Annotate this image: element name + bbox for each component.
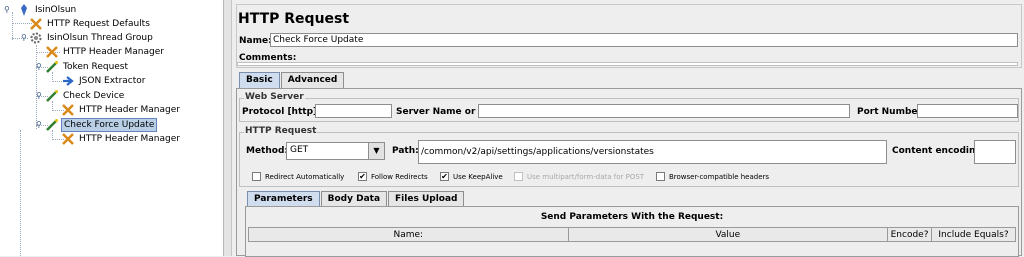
tree-node-label-selected: Check Force Update	[61, 118, 158, 132]
checkbox-label: Follow Redirects	[371, 172, 428, 181]
port-field[interactable]	[917, 104, 1018, 118]
parameters-caption: Send Parameters With the Request:	[540, 212, 724, 222]
http-request-group: HTTP Request Method: GET ▼ Path: /common…	[239, 126, 1019, 187]
tree-node-json-extractor[interactable]: JSON Extractor	[62, 74, 148, 88]
parameters-panel: Send Parameters With the Request: Name: …	[245, 206, 1019, 257]
name-label: Name:	[239, 36, 272, 46]
tree-node-label: HTTP Header Manager	[79, 134, 180, 144]
port-label: Port Number:	[857, 107, 926, 117]
tree-node-test-plan[interactable]: IsinOlsun	[18, 3, 78, 17]
main-tabs: Basic Advanced	[239, 72, 345, 88]
checkbox-box	[252, 172, 261, 181]
parameters-table[interactable]: Name: Value Encode? Include Equals?	[248, 227, 1016, 242]
use-keepalive-checkbox[interactable]: ✔ Use KeepAlive	[440, 172, 503, 181]
checkbox-label: Use multipart/form-data for POST	[527, 172, 645, 181]
wrench-icon	[30, 18, 42, 30]
column-header-encode[interactable]: Encode?	[887, 227, 933, 242]
tab-basic[interactable]: Basic	[239, 72, 280, 88]
redirect-automatically-checkbox[interactable]: Redirect Automatically	[252, 172, 344, 181]
tab-parameters[interactable]: Parameters	[247, 191, 320, 207]
http-request-panel: HTTP Request Name: Check Force Update Co…	[232, 0, 1024, 257]
tree-node-label: IsinOlsun	[35, 5, 77, 15]
browser-compatible-checkbox[interactable]: Browser-compatible headers	[656, 172, 769, 181]
expand-toggle-icon[interactable]: ⚲	[21, 33, 27, 43]
checkmark-icon: ✔	[440, 172, 449, 181]
panel-splitter[interactable]	[224, 0, 232, 256]
http-request-title: HTTP Request	[244, 126, 318, 136]
test-plan-icon	[18, 4, 30, 16]
wrench-icon	[46, 46, 58, 58]
test-plan-tree[interactable]: ⚲ IsinOlsun HTTP Request Defaults ⚲ Isin…	[0, 0, 224, 256]
path-field[interactable]: /common/v2/api/settings/applications/ver…	[418, 140, 887, 164]
wrench-icon	[62, 104, 74, 116]
tree-node-header-manager[interactable]: HTTP Header Manager	[62, 132, 182, 146]
tab-advanced[interactable]: Advanced	[280, 72, 345, 88]
web-server-group: Web Server Protocol [http]: Server Name …	[239, 92, 1019, 122]
checkbox-box	[656, 172, 665, 181]
method-select[interactable]: GET ▼	[286, 142, 385, 160]
chevron-down-icon[interactable]: ▼	[368, 143, 384, 159]
page-title: HTTP Request	[238, 11, 350, 27]
expand-toggle-icon[interactable]: ⚲	[36, 62, 42, 72]
encoding-label: Content encoding:	[892, 146, 986, 156]
sampler-pen-icon	[46, 119, 58, 131]
tab-files-upload[interactable]: Files Upload	[388, 191, 465, 207]
tree-node-label: HTTP Request Defaults	[47, 19, 150, 29]
protocol-label: Protocol [http]:	[242, 107, 321, 117]
extractor-arrow-icon	[62, 75, 74, 87]
body-tabs: Parameters Body Data Files Upload	[247, 191, 465, 207]
tree-node-check-device[interactable]: Check Device	[46, 89, 126, 103]
checkmark-icon: ✔	[358, 172, 367, 181]
checkbox-label: Browser-compatible headers	[669, 172, 770, 181]
tab-body-data[interactable]: Body Data	[320, 191, 388, 207]
method-value: GET	[290, 145, 309, 155]
checkbox-box	[514, 172, 523, 181]
tree-node-check-force-update[interactable]: Check Force Update	[46, 118, 158, 132]
tree-node-label: HTTP Header Manager	[63, 47, 164, 57]
protocol-field[interactable]	[315, 104, 392, 118]
tree-node-label: Check Device	[63, 91, 125, 101]
server-field[interactable]	[478, 104, 850, 118]
wrench-icon	[62, 133, 74, 145]
sampler-pen-icon	[46, 90, 58, 102]
tree-node-request-defaults[interactable]: HTTP Request Defaults	[30, 17, 152, 31]
tree-node-label: Token Request	[63, 62, 129, 72]
checkbox-label: Redirect Automatically	[265, 172, 345, 181]
tree-node-header-manager[interactable]: HTTP Header Manager	[62, 103, 182, 117]
tree-node-label: IsinOlsun Thread Group	[47, 33, 153, 43]
tree-node-label: HTTP Header Manager	[79, 105, 180, 115]
name-field[interactable]: Check Force Update	[270, 33, 1018, 47]
expand-toggle-icon[interactable]: ⚲	[36, 120, 42, 130]
sampler-pen-icon	[46, 61, 58, 73]
method-label: Method:	[246, 146, 288, 156]
tree-node-label: JSON Extractor	[79, 76, 146, 86]
follow-redirects-checkbox[interactable]: ✔ Follow Redirects	[358, 172, 428, 181]
comments-field[interactable]	[237, 62, 1018, 66]
expand-toggle-icon[interactable]: ⚲	[36, 91, 42, 101]
basic-tab-panel: Web Server Protocol [http]: Server Name …	[236, 88, 1022, 257]
gear-icon	[30, 32, 42, 44]
path-label: Path:	[392, 146, 419, 156]
use-multipart-checkbox: Use multipart/form-data for POST	[514, 172, 644, 181]
encoding-field[interactable]	[974, 140, 1016, 164]
checkbox-label: Use KeepAlive	[453, 172, 503, 181]
tree-node-thread-group[interactable]: IsinOlsun Thread Group	[30, 31, 155, 45]
column-header-name[interactable]: Name:	[248, 227, 569, 242]
web-server-title: Web Server	[244, 92, 305, 102]
expand-toggle-icon[interactable]: ⚲	[4, 5, 10, 15]
column-header-include-equals[interactable]: Include Equals?	[931, 227, 1016, 242]
tree-node-token-request[interactable]: Token Request	[46, 60, 130, 74]
column-header-value[interactable]: Value	[567, 227, 889, 242]
tree-node-header-manager[interactable]: HTTP Header Manager	[46, 45, 166, 59]
